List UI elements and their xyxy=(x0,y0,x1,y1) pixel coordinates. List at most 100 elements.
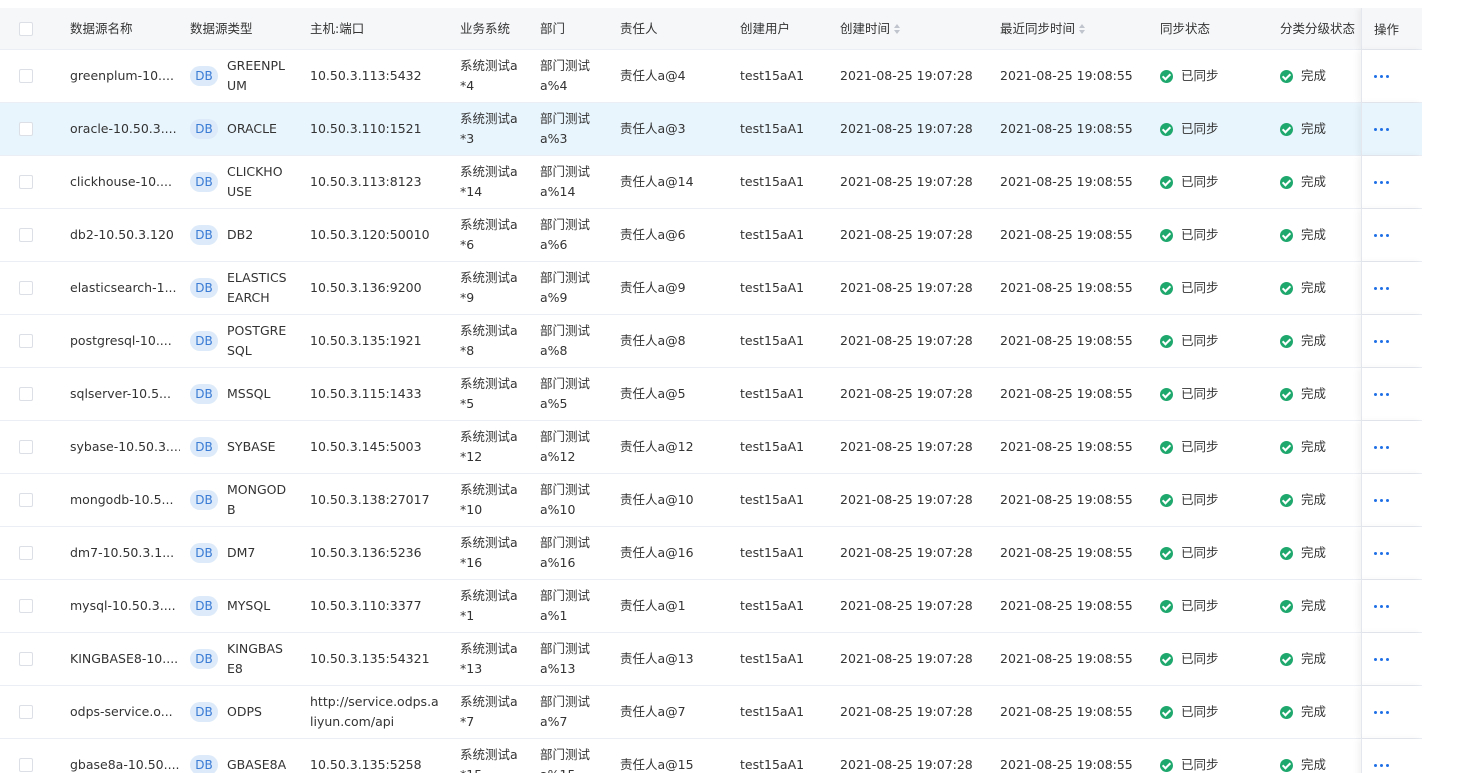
row-checkbox-cell[interactable] xyxy=(19,50,33,102)
row-checkbox-cell[interactable] xyxy=(19,474,33,526)
row-checkbox-cell[interactable] xyxy=(19,209,33,261)
cell-class-status: 完成 xyxy=(1280,103,1360,155)
select-all-checkbox[interactable] xyxy=(19,21,33,36)
select-all-checkbox-cell[interactable] xyxy=(19,8,33,49)
cell-host: 10.50.3.145:5003 xyxy=(310,421,450,473)
cell-sync-status: 已同步 xyxy=(1160,421,1270,473)
row-checkbox[interactable] xyxy=(19,546,33,560)
cell-dept: 部门测试a%4 xyxy=(540,50,610,102)
row-checkbox-cell[interactable] xyxy=(19,527,33,579)
row-checkbox[interactable] xyxy=(19,175,33,189)
cell-synced: 2021-08-25 19:08:55 xyxy=(1000,492,1133,507)
cell-system-text: 系统测试a*5 xyxy=(460,376,518,411)
more-actions-icon[interactable] xyxy=(1374,657,1389,661)
cell-owner: 责任人a@8 xyxy=(620,333,686,348)
cell-name: sybase-10.50.3.... xyxy=(70,439,180,454)
table-row[interactable]: KINGBASE8-10.... DB KINGBASE8 10.50.3.13… xyxy=(0,633,1422,686)
table-row[interactable]: greenplum-10.... DB GREENPLUM 10.50.3.11… xyxy=(0,50,1422,103)
cell-created: 2021-08-25 19:07:28 xyxy=(840,704,973,719)
table-row[interactable]: dm7-10.50.3.1... DB DM7 10.50.3.136:5236… xyxy=(0,527,1422,580)
cell-dept: 部门测试a%5 xyxy=(540,368,610,420)
row-checkbox-cell[interactable] xyxy=(19,633,33,685)
row-checkbox[interactable] xyxy=(19,334,33,348)
more-actions-icon[interactable] xyxy=(1374,392,1389,396)
row-checkbox-cell[interactable] xyxy=(19,421,33,473)
table-row[interactable]: sqlserver-10.5... DB MSSQL 10.50.3.115:1… xyxy=(0,368,1422,421)
cell-system-text: 系统测试a*4 xyxy=(460,58,518,93)
table-row[interactable]: clickhouse-10.... DB CLICKHOUSE 10.50.3.… xyxy=(0,156,1422,209)
table-row[interactable]: postgresql-10.... DB POSTGRESQL 10.50.3.… xyxy=(0,315,1422,368)
cell-action xyxy=(1361,156,1422,208)
cell-type: DB CLICKHOUSE xyxy=(190,156,305,208)
more-actions-icon[interactable] xyxy=(1374,180,1389,184)
row-checkbox-cell[interactable] xyxy=(19,315,33,367)
table-row[interactable]: oracle-10.50.3.... DB ORACLE 10.50.3.110… xyxy=(0,103,1422,156)
header-synced-sortable[interactable]: 最近同步时间 xyxy=(1000,8,1150,49)
row-checkbox[interactable] xyxy=(19,281,33,295)
cell-created: 2021-08-25 19:07:28 xyxy=(840,121,973,136)
row-checkbox-cell[interactable] xyxy=(19,580,33,632)
sync-status-text: 已同步 xyxy=(1181,439,1219,454)
cell-sync-status: 已同步 xyxy=(1160,262,1270,314)
more-actions-icon[interactable] xyxy=(1374,498,1389,502)
cell-class-status: 完成 xyxy=(1280,580,1360,632)
row-checkbox-cell[interactable] xyxy=(19,262,33,314)
row-checkbox[interactable] xyxy=(19,69,33,83)
more-actions-icon[interactable] xyxy=(1374,127,1389,131)
cell-dept: 部门测试a%6 xyxy=(540,209,610,261)
row-checkbox[interactable] xyxy=(19,122,33,136)
row-checkbox[interactable] xyxy=(19,228,33,242)
row-checkbox[interactable] xyxy=(19,758,33,772)
row-checkbox-cell[interactable] xyxy=(19,103,33,155)
row-checkbox[interactable] xyxy=(19,493,33,507)
cell-synced: 2021-08-25 19:08:55 xyxy=(1000,280,1133,295)
cell-created: 2021-08-25 19:07:28 xyxy=(840,598,973,613)
table-row[interactable]: mysql-10.50.3.... DB MYSQL 10.50.3.110:3… xyxy=(0,580,1422,633)
row-checkbox-cell[interactable] xyxy=(19,739,33,773)
cell-synced: 2021-08-25 19:08:55 xyxy=(1000,704,1133,719)
cell-system-text: 系统测试a*8 xyxy=(460,323,518,358)
cell-owner: 责任人a@15 xyxy=(620,757,694,772)
row-checkbox[interactable] xyxy=(19,440,33,454)
more-actions-icon[interactable] xyxy=(1374,286,1389,290)
cell-type-text: DB2 xyxy=(227,227,254,242)
table-row[interactable]: elasticsearch-1... DB ELASTICSEARCH 10.5… xyxy=(0,262,1422,315)
cell-sync-status: 已同步 xyxy=(1160,633,1270,685)
vertical-scrollbar[interactable] xyxy=(1438,0,1459,773)
cell-created: 2021-08-25 19:07:28 xyxy=(840,386,973,401)
cell-creator: test15aA1 xyxy=(740,545,805,560)
row-checkbox[interactable] xyxy=(19,387,33,401)
db-badge: DB xyxy=(190,119,218,139)
table-row[interactable]: mongodb-10.5... DB MONGODB 10.50.3.138:2… xyxy=(0,474,1422,527)
cell-name: mongodb-10.5... xyxy=(70,492,174,507)
more-actions-icon[interactable] xyxy=(1374,763,1389,767)
table-row[interactable]: odps-service.o... DB ODPS http://service… xyxy=(0,686,1422,739)
class-status-text: 完成 xyxy=(1301,333,1327,348)
row-checkbox-cell[interactable] xyxy=(19,368,33,420)
row-checkbox[interactable] xyxy=(19,599,33,613)
table-row[interactable]: sybase-10.50.3.... DB SYBASE 10.50.3.145… xyxy=(0,421,1422,474)
more-actions-icon[interactable] xyxy=(1374,74,1389,78)
row-checkbox-cell[interactable] xyxy=(19,156,33,208)
check-circle-icon xyxy=(1280,334,1293,348)
cell-synced: 2021-08-25 19:08:55 xyxy=(1000,227,1133,242)
cell-dept: 部门测试a%10 xyxy=(540,474,610,526)
sort-icon[interactable] xyxy=(1079,23,1086,35)
header-created-sortable[interactable]: 创建时间 xyxy=(840,8,990,49)
cell-sync-status: 已同步 xyxy=(1160,739,1270,773)
cell-host-text: 10.50.3.135:1921 xyxy=(310,333,422,348)
cell-host-text: 10.50.3.110:1521 xyxy=(310,121,422,136)
more-actions-icon[interactable] xyxy=(1374,233,1389,237)
table-row[interactable]: gbase8a-10.50.... DB GBASE8A 10.50.3.135… xyxy=(0,739,1422,773)
table-row[interactable]: db2-10.50.3.120 DB DB2 10.50.3.120:50010… xyxy=(0,209,1422,262)
sync-status-text: 已同步 xyxy=(1181,68,1219,83)
row-checkbox[interactable] xyxy=(19,705,33,719)
more-actions-icon[interactable] xyxy=(1374,710,1389,714)
more-actions-icon[interactable] xyxy=(1374,445,1389,449)
more-actions-icon[interactable] xyxy=(1374,339,1389,343)
sort-icon[interactable] xyxy=(894,23,901,35)
row-checkbox[interactable] xyxy=(19,652,33,666)
row-checkbox-cell[interactable] xyxy=(19,686,33,738)
more-actions-icon[interactable] xyxy=(1374,551,1389,555)
more-actions-icon[interactable] xyxy=(1374,604,1389,608)
